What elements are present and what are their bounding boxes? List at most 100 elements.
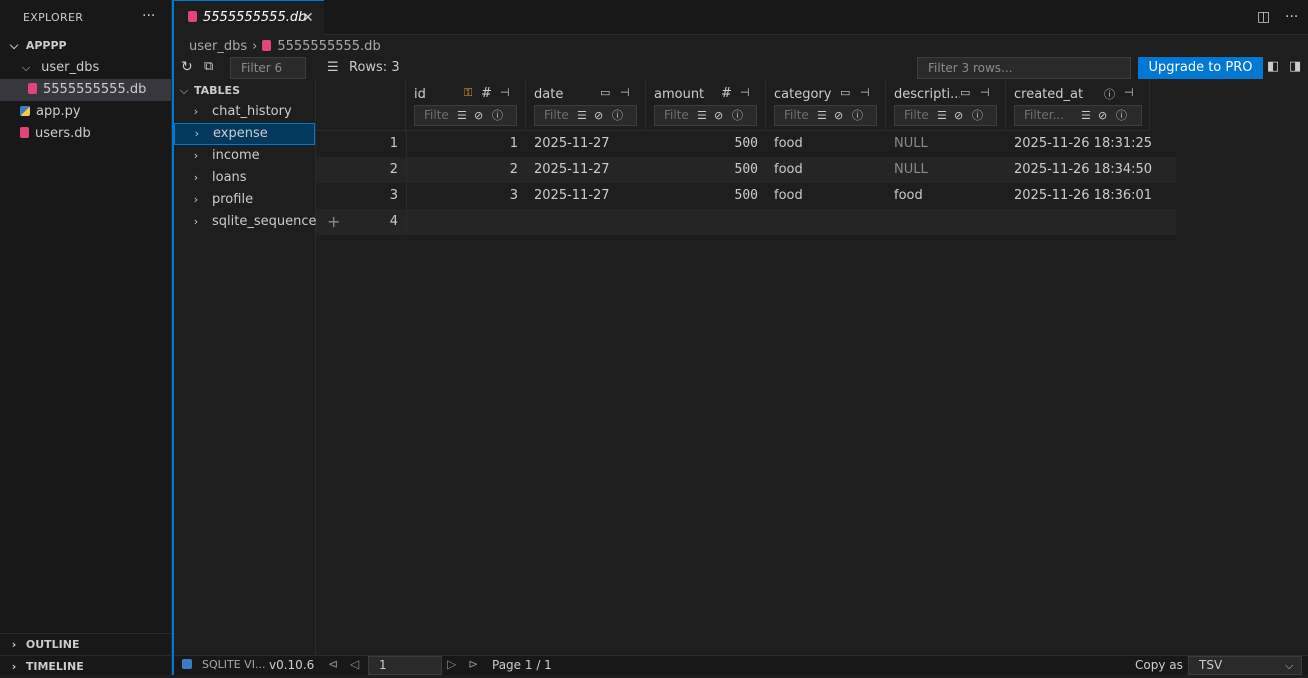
filter-null-icon[interactable]: ⊘ — [954, 106, 963, 125]
toggle-right-panel-icon[interactable]: ◨ — [1289, 59, 1301, 74]
filter-mode-icon[interactable]: ☰ — [697, 106, 707, 125]
tree-file-users-db[interactable]: users.db — [0, 123, 171, 145]
filter-mode-icon[interactable]: ☰ — [817, 106, 827, 125]
column-header-amount[interactable]: amount # ⊣ Filte ☰ ⊘ ⓘ — [646, 80, 766, 131]
column-filter-input[interactable]: Filte ☰ ⊘ ⓘ — [414, 105, 517, 126]
column-header-description[interactable]: descripti... ▭ ⊣ Filte ☰ ⊘ ⓘ — [886, 80, 1006, 131]
chevron-down-icon[interactable]: ⌵ — [178, 84, 190, 98]
copy-as-label: Copy as — [1135, 658, 1183, 672]
refresh-icon[interactable]: ↻ — [181, 59, 193, 75]
table-row[interactable]: 1 1 2025-11-27 500 food NULL 2025-11-26 … — [316, 131, 1176, 157]
cell-category[interactable]: food — [766, 131, 886, 157]
column-filter-input[interactable]: Filter... ☰ ⊘ ⓘ — [1014, 105, 1142, 126]
column-name: id — [414, 87, 426, 102]
prev-page-icon[interactable]: ◁ — [350, 657, 359, 671]
column-header-category[interactable]: category ▭ ⊣ Filte ☰ ⊘ ⓘ — [766, 80, 886, 131]
column-header-id[interactable]: id ⚿ # ⊣ Filte ☰ ⊘ ⓘ — [406, 80, 526, 131]
cell-amount[interactable]: 500 — [646, 183, 766, 209]
cell-description[interactable]: food — [886, 183, 1006, 209]
filter-mode-icon[interactable]: ☰ — [577, 106, 587, 125]
timeline-section[interactable]: › TIMELINE — [0, 655, 171, 677]
breadcrumb-file[interactable]: 5555555555.db — [277, 39, 380, 54]
table-item-label: income — [212, 148, 260, 163]
filter-mode-icon[interactable]: ☰ — [937, 106, 947, 125]
table-item-expense[interactable]: › expense — [174, 123, 315, 145]
close-icon[interactable]: ✕ — [302, 1, 314, 35]
column-header-created-at[interactable]: created_at ⓘ ⊣ Filter... ☰ ⊘ ⓘ — [1006, 80, 1150, 131]
cell-category[interactable]: food — [766, 157, 886, 183]
breadcrumb-folder[interactable]: user_dbs — [189, 39, 247, 54]
pin-icon[interactable]: ⊣ — [1124, 86, 1134, 99]
cell-id[interactable]: 2 — [406, 157, 526, 183]
page-input[interactable]: 1 — [368, 656, 442, 675]
filter-info-icon[interactable]: ⓘ — [1116, 106, 1127, 125]
explorer-title: EXPLORER — [23, 11, 84, 24]
cell-date[interactable]: 2025-11-27 — [526, 131, 646, 157]
cell-created-at[interactable]: 2025-11-26 18:34:50 — [1006, 157, 1166, 183]
split-editor-icon[interactable]: ◫ — [1257, 9, 1270, 25]
pin-icon[interactable]: ⊣ — [980, 86, 990, 99]
filter-info-icon[interactable]: ⓘ — [972, 106, 983, 125]
last-page-icon[interactable]: ⊳ — [468, 657, 478, 671]
text-type-icon: ▭ — [960, 86, 971, 99]
tree-root-folder[interactable]: ⌵ APPPP — [0, 35, 171, 57]
copy-icon[interactable]: ⧉ — [204, 59, 213, 74]
filter-null-icon[interactable]: ⊘ — [714, 106, 723, 125]
table-item-chat-history[interactable]: › chat_history — [174, 101, 315, 123]
pin-icon[interactable]: ⊣ — [620, 86, 630, 99]
filter-null-icon[interactable]: ⊘ — [834, 106, 843, 125]
column-filter-input[interactable]: Filte ☰ ⊘ ⓘ — [654, 105, 757, 126]
tree-file-selected-db[interactable]: 5555555555.db — [0, 79, 171, 101]
table-item-sqlite-sequence[interactable]: › sqlite_sequence — [174, 211, 317, 233]
cell-description[interactable]: NULL — [886, 157, 1006, 183]
column-header-date[interactable]: date ▭ ⊣ Filte ☰ ⊘ ⓘ — [526, 80, 646, 131]
table-item-loans[interactable]: › loans — [174, 167, 315, 189]
filter-info-icon[interactable]: ⓘ — [732, 106, 743, 125]
add-row[interactable]: + 4 — [316, 209, 1176, 235]
filter-info-icon[interactable]: ⓘ — [492, 106, 503, 125]
database-icon — [20, 127, 29, 138]
filter-null-icon[interactable]: ⊘ — [594, 106, 603, 125]
column-filter-input[interactable]: Filte ☰ ⊘ ⓘ — [534, 105, 637, 126]
column-filter-input[interactable]: Filte ☰ ⊘ ⓘ — [894, 105, 997, 126]
outline-section[interactable]: › OUTLINE — [0, 633, 171, 655]
filter-info-icon[interactable]: ⓘ — [852, 106, 863, 125]
chevron-down-icon: ⌵ — [21, 61, 31, 74]
pin-icon[interactable]: ⊣ — [860, 86, 870, 99]
filter-info-icon[interactable]: ⓘ — [612, 106, 623, 125]
pin-icon[interactable]: ⊣ — [500, 86, 510, 99]
first-page-icon[interactable]: ⊲ — [328, 657, 338, 671]
cell-id[interactable]: 1 — [406, 131, 526, 157]
filter-mode-icon[interactable]: ☰ — [1081, 106, 1091, 125]
filter-mode-icon[interactable]: ☰ — [457, 106, 467, 125]
cell-created-at[interactable]: 2025-11-26 18:31:25 — [1006, 131, 1166, 157]
cell-category[interactable]: food — [766, 183, 886, 209]
toggle-left-panel-icon[interactable]: ◧ — [1267, 59, 1279, 74]
cell-date[interactable]: 2025-11-27 — [526, 183, 646, 209]
cell-amount[interactable]: 500 — [646, 157, 766, 183]
filter-null-icon[interactable]: ⊘ — [474, 106, 483, 125]
editor-tab[interactable]: 5555555555.db ✕ — [174, 0, 324, 35]
tree-folder-user-dbs[interactable]: ⌵ user_dbs — [0, 57, 171, 79]
cell-created-at[interactable]: 2025-11-26 18:36:01 — [1006, 183, 1166, 209]
more-actions-icon[interactable]: ··· — [142, 8, 155, 24]
filter-rows-input[interactable]: Filter 3 rows... — [917, 57, 1131, 79]
column-filter-input[interactable]: Filte ☰ ⊘ ⓘ — [774, 105, 877, 126]
table-row[interactable]: 2 2 2025-11-27 500 food NULL 2025-11-26 … — [316, 157, 1176, 183]
pin-icon[interactable]: ⊣ — [740, 86, 750, 99]
cell-date[interactable]: 2025-11-27 — [526, 157, 646, 183]
next-page-icon[interactable]: ▷ — [447, 657, 456, 671]
cell-amount[interactable]: 500 — [646, 131, 766, 157]
tree-file-app-py[interactable]: app.py — [0, 101, 171, 123]
copy-format-select[interactable]: TSV ⌵ — [1188, 656, 1302, 675]
table-row[interactable]: 3 3 2025-11-27 500 food food 2025-11-26 … — [316, 183, 1176, 209]
upgrade-button[interactable]: Upgrade to PRO — [1138, 57, 1263, 79]
text-type-icon: ▭ — [600, 86, 611, 99]
cell-description[interactable]: NULL — [886, 131, 1006, 157]
filter-tables-input[interactable]: Filter 6 — [230, 57, 306, 79]
table-item-income[interactable]: › income — [174, 145, 315, 167]
table-item-profile[interactable]: › profile — [174, 189, 315, 211]
cell-id[interactable]: 3 — [406, 183, 526, 209]
more-actions-icon[interactable]: ··· — [1285, 9, 1298, 25]
filter-null-icon[interactable]: ⊘ — [1098, 106, 1107, 125]
